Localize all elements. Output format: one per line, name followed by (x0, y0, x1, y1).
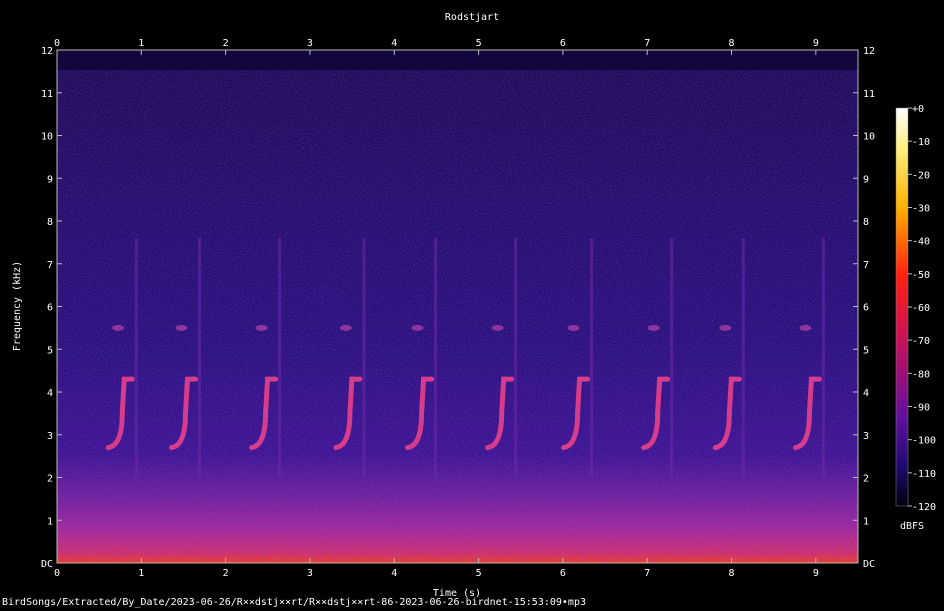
colorbar-tick-label: -80 (912, 369, 930, 380)
colorbar-tick-label: -60 (912, 303, 930, 314)
y-tick-label-right: 8 (863, 217, 869, 228)
x-tick-label-top: 1 (138, 38, 144, 49)
y-tick-label-right: DC (863, 559, 875, 570)
y-tick-label: 8 (47, 217, 53, 228)
x-tick-label: 1 (138, 568, 144, 579)
y-tick-label: 7 (47, 260, 53, 271)
x-tick-label-top: 8 (729, 38, 735, 49)
y-tick-label-right: 9 (863, 174, 869, 185)
x-tick-label-top: 0 (54, 38, 60, 49)
song-overtone (567, 324, 580, 331)
y-tick-label: DC (41, 559, 53, 570)
x-tick-label: 4 (391, 568, 397, 579)
song-overtone (491, 324, 504, 331)
y-tick-label: 10 (41, 132, 53, 143)
y-tick-label-right: 12 (863, 46, 875, 57)
y-tick-label-right: 2 (863, 474, 869, 485)
colorbar-tick-label: -30 (912, 204, 930, 215)
y-tick-label-right: 10 (863, 132, 875, 143)
x-tick-label-top: 4 (391, 38, 397, 49)
colorbar-label: dBFS (900, 521, 924, 532)
y-tick-label: 4 (47, 388, 53, 399)
y-tick-label: 3 (47, 431, 53, 442)
x-tick-label-top: 9 (813, 38, 819, 49)
colorbar-tick-label: +0 (912, 104, 924, 115)
y-tick-label-right: 6 (863, 303, 869, 314)
colorbar-tick-label: -20 (912, 170, 930, 181)
y-tick-label-right: 3 (863, 431, 869, 442)
y-tick-label-right: 7 (863, 260, 869, 271)
y-tick-label: 2 (47, 474, 53, 485)
x-tick-label: 8 (729, 568, 735, 579)
y-tick-label-right: 11 (863, 89, 875, 100)
y-tick-label: 5 (47, 345, 53, 356)
x-tick-label-top: 3 (307, 38, 313, 49)
y-tick-label: 1 (47, 516, 53, 527)
y-tick-label: 9 (47, 174, 53, 185)
colorbar-ticks: +0 -10 -20 -30 -40 -50 -60 -70 -80 -90 -100 -110 -12… (908, 104, 936, 513)
colorbar: +0 -10 -20 -30 -40 -50 -60 -70 -80 -90 -100 -110 -12… (895, 104, 936, 532)
x-tick-label-top: 2 (223, 38, 229, 49)
x-tick-label: 6 (560, 568, 566, 579)
song-overtone (647, 324, 660, 331)
x-tick-label-top: 7 (644, 38, 650, 49)
song-overtone (112, 324, 125, 331)
y-tick-label: 11 (41, 89, 53, 100)
spectrogram-noise (57, 70, 858, 563)
colorbar-tick-label: -100 (912, 436, 936, 447)
x-tick-label: 5 (476, 568, 482, 579)
song-overtone (175, 324, 188, 331)
x-tick-label-top: 6 (560, 38, 566, 49)
x-tick-label: 7 (644, 568, 650, 579)
colorbar-tick-label: -110 (912, 469, 936, 480)
spectrogram-figure: Rodstjart 00112233445566778899DC DC1 12 23 3… (12, 12, 936, 599)
chart-title: Rodstjart (445, 12, 499, 23)
x-tick-label: 2 (223, 568, 229, 579)
song-overtone (719, 324, 732, 331)
colorbar-tick-label: -10 (912, 137, 930, 148)
x-tick-label-top: 5 (476, 38, 482, 49)
colorbar-tick-label: -120 (912, 502, 936, 513)
song-overtone (255, 324, 268, 331)
colorbar-tick-label: -90 (912, 403, 930, 414)
song-overtone (799, 324, 812, 331)
y-tick-label-right: 4 (863, 388, 869, 399)
y-axis-label: Frequency (kHz) (12, 261, 23, 351)
x-tick-label: 0 (54, 568, 60, 579)
colorbar-tick-label: -40 (912, 237, 930, 248)
file-path-footer: BirdSongs/Extracted/By_Date/2023-06-26/R… (2, 597, 586, 608)
song-overtone (339, 324, 352, 331)
y-tick-label: 6 (47, 303, 53, 314)
song-overtone (411, 324, 424, 331)
x-tick-label: 9 (813, 568, 819, 579)
colorbar-tick-label: -50 (912, 270, 930, 281)
y-tick-label-right: 5 (863, 345, 869, 356)
plot-area (57, 50, 858, 563)
colorbar-gradient (895, 107, 909, 507)
y-tick-label: 12 (41, 46, 53, 57)
colorbar-tick-label: -70 (912, 336, 930, 347)
x-tick-label: 3 (307, 568, 313, 579)
y-tick-label-right: 1 (863, 516, 869, 527)
